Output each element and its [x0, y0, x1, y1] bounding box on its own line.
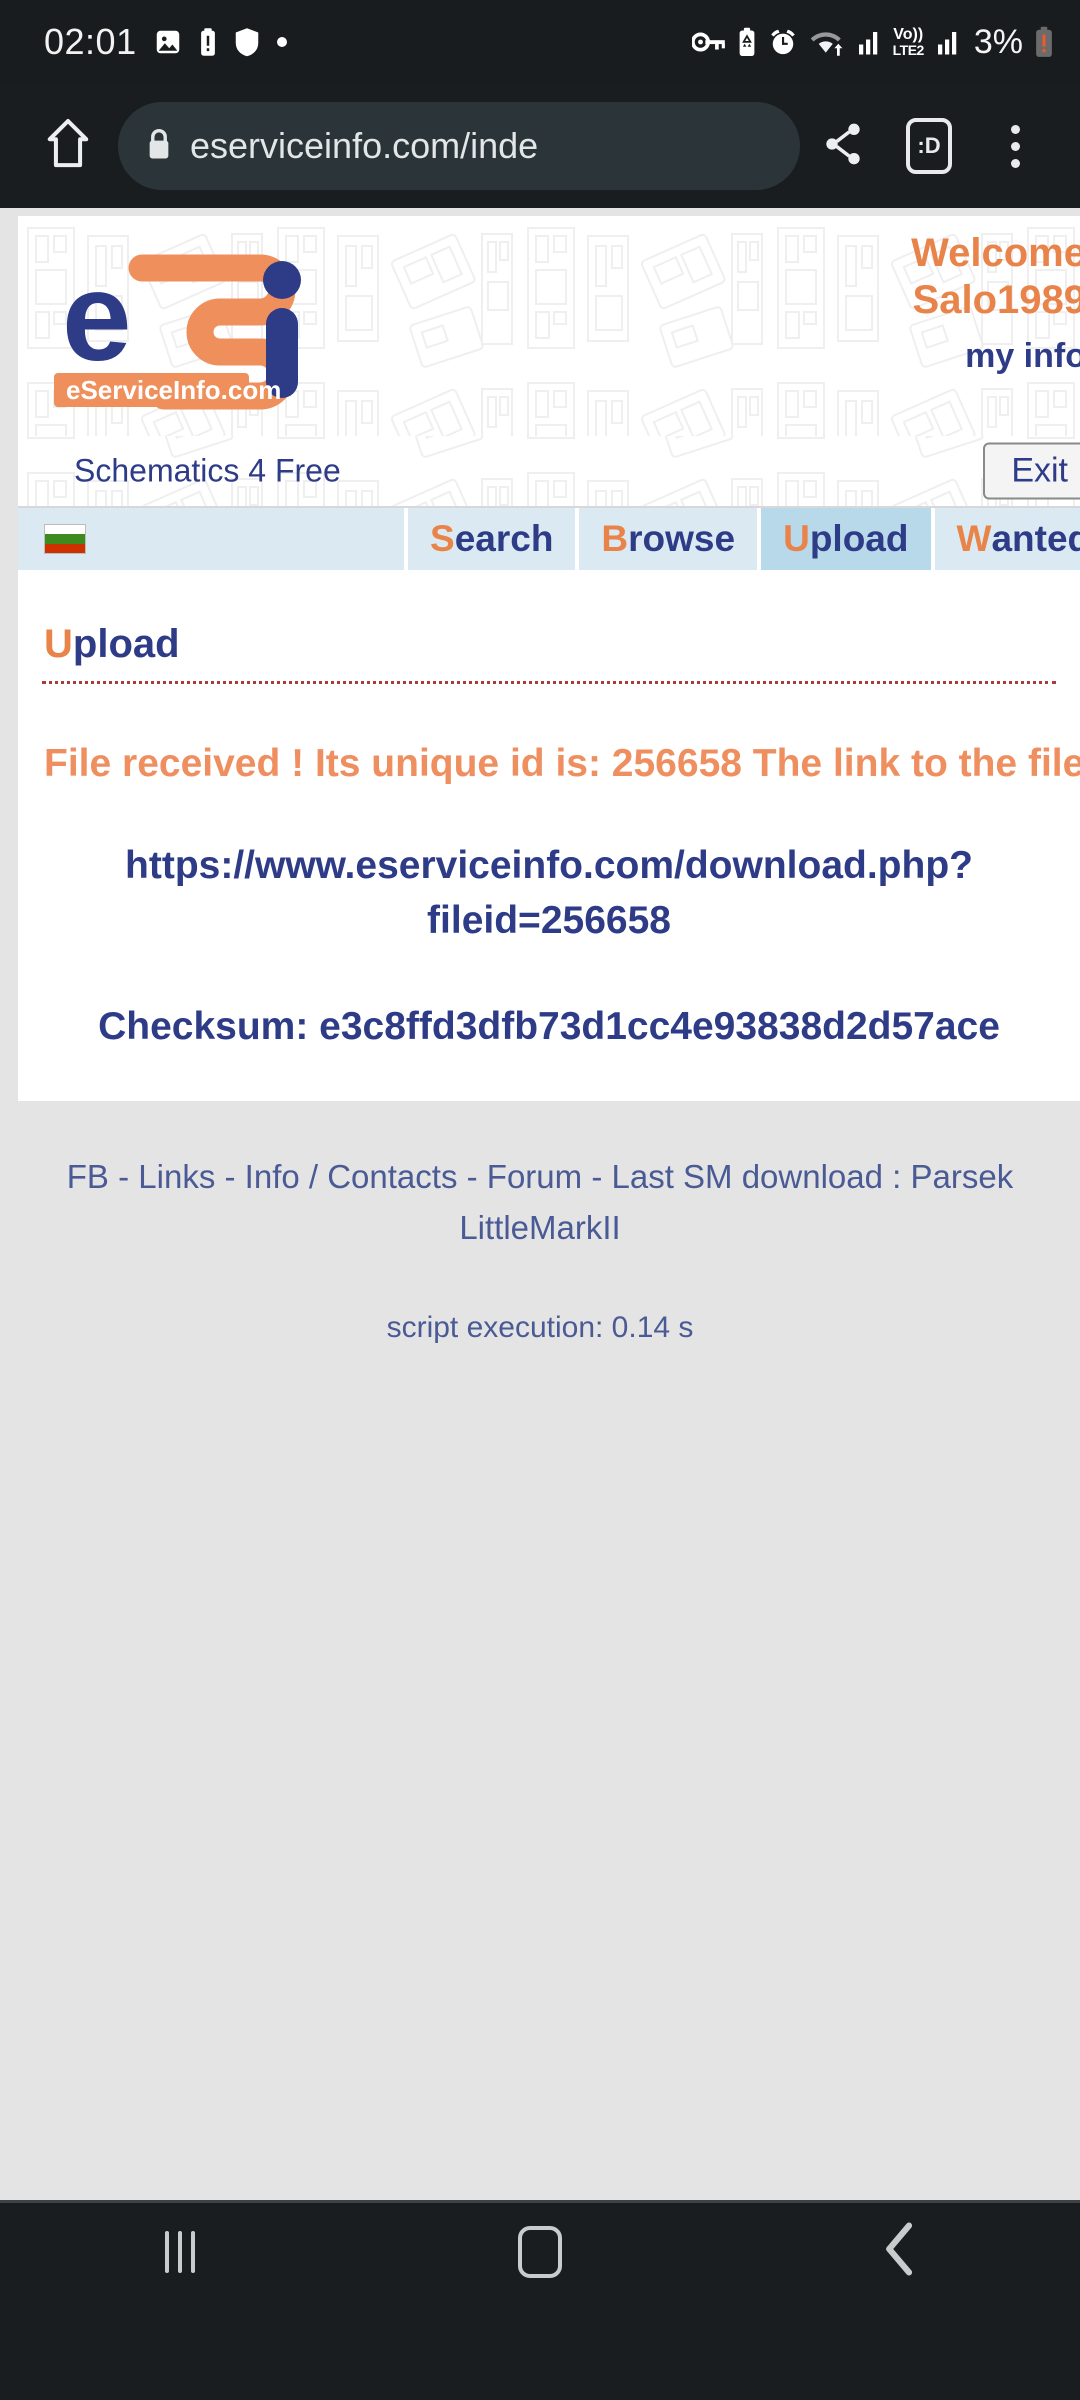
- alarm-icon: [768, 27, 798, 57]
- nav-tab-wanted-cap: W: [956, 518, 992, 559]
- nav-tab-upload-rest: pload: [809, 518, 909, 559]
- footer-separator-3: -: [466, 1157, 478, 1195]
- footer-link-links[interactable]: Links: [138, 1158, 215, 1195]
- shield-icon: [233, 27, 261, 57]
- site-tagline: Schematics 4 Free: [74, 452, 341, 489]
- share-icon: [821, 120, 865, 173]
- tab-count-label: :D: [906, 118, 952, 174]
- title-divider: [42, 681, 1056, 684]
- upload-result-message: File received ! Its unique id is: 256658…: [44, 742, 1080, 785]
- welcome-username: Salo1989: [912, 278, 1080, 323]
- esi-logo[interactable]: e eServiceInfo.com: [44, 230, 374, 420]
- lock-icon: [146, 127, 172, 166]
- language-flag-cell[interactable]: [18, 508, 404, 570]
- nav-tab-browse[interactable]: Browse: [579, 508, 758, 570]
- nav-tab-wanted-rest: anted: [991, 518, 1080, 559]
- checksum-text: Checksum: e3c8ffd3dfb73d1cc4e93838d2d57a…: [98, 1004, 1000, 1048]
- page-title-rest: pload: [72, 622, 180, 666]
- nav-tab-upload-cap: U: [783, 518, 810, 559]
- home-icon-nav: [518, 2225, 562, 2278]
- footer-link-info-contacts[interactable]: Info / Contacts: [245, 1158, 458, 1195]
- battery-alert-icon: [199, 27, 217, 57]
- footer-link-forum[interactable]: Forum: [487, 1158, 582, 1195]
- bulgaria-flag-icon: [44, 524, 86, 554]
- page-title: Upload: [18, 622, 1080, 667]
- site-navigation: Search Browse Upload Wanted: [18, 508, 1080, 574]
- android-status-bar: 02:01 Vo)) LTE2 3%: [0, 0, 1080, 84]
- share-button[interactable]: [800, 120, 886, 173]
- nav-tab-browse-cap: B: [601, 518, 629, 559]
- more-vertical-icon: [1010, 124, 1020, 168]
- browser-menu-button[interactable]: [972, 124, 1058, 168]
- android-navigation-bar: [0, 2200, 1080, 2300]
- recents-icon: [165, 2230, 195, 2273]
- welcome-block: Welcome Salo1989 my info: [911, 230, 1080, 376]
- nav-tab-search-cap: S: [430, 518, 455, 559]
- script-execution-time: script execution: 0.14 s: [386, 1311, 694, 1345]
- volte-label-top: Vo)): [893, 26, 924, 43]
- battery-percent-label: 3%: [973, 22, 1023, 61]
- footer-separator-1: -: [118, 1157, 130, 1195]
- url-bar[interactable]: eserviceinfo.com/inde: [118, 102, 800, 190]
- home-icon: [45, 117, 91, 176]
- signal-2-icon: [935, 27, 961, 57]
- my-info-link[interactable]: my info: [911, 336, 1080, 376]
- exit-button[interactable]: Exit: [983, 442, 1080, 500]
- status-bar-clock: 02:01: [44, 21, 137, 62]
- tab-switcher-button[interactable]: :D: [886, 118, 972, 174]
- vpn-key-icon: [691, 28, 726, 56]
- nav-tab-browse-rest: rowse: [628, 518, 736, 559]
- footer-separator-4: -: [591, 1157, 603, 1195]
- home-button-nav[interactable]: [460, 2225, 620, 2278]
- footer-links: FB - Links - Info / Contacts - Forum - L…: [0, 1151, 1080, 1253]
- footer-separator-2: -: [224, 1157, 236, 1195]
- site-subheader: Schematics 4 Free Exit: [18, 436, 1080, 508]
- volte-icon: Vo)) LTE2: [892, 26, 925, 58]
- footer-last-sm-label: Last SM download :: [611, 1157, 902, 1195]
- volte-label-bottom: LTE2: [892, 42, 925, 58]
- wifi-icon: [809, 27, 845, 57]
- web-page: e eServiceInfo.com Welcome Salo1989 my i…: [0, 208, 1080, 2300]
- dot-icon: [276, 37, 287, 47]
- home-button[interactable]: [24, 117, 112, 176]
- site-container: e eServiceInfo.com Welcome Salo1989 my i…: [18, 216, 1080, 1101]
- welcome-greeting: Welcome: [911, 231, 1080, 275]
- back-button[interactable]: [820, 2222, 980, 2281]
- page-title-cap: U: [44, 622, 73, 666]
- svg-text:e: e: [62, 248, 132, 387]
- download-link[interactable]: https://www.eserviceinfo.com/download.ph…: [18, 838, 1080, 949]
- image-icon: [153, 27, 183, 57]
- status-bar-right: Vo)) LTE2 3%: [691, 22, 1054, 62]
- battery-saver-icon: [737, 27, 757, 57]
- nav-tab-wanted[interactable]: Wanted: [934, 508, 1080, 570]
- back-icon: [882, 2222, 918, 2281]
- browser-toolbar: eserviceinfo.com/inde :D: [0, 84, 1080, 208]
- battery-low-icon: [1034, 26, 1054, 58]
- recents-button[interactable]: [100, 2230, 260, 2273]
- footer-link-fb[interactable]: FB: [67, 1158, 109, 1195]
- status-bar-left: 02:01: [44, 21, 287, 63]
- signal-icon: [856, 27, 882, 57]
- site-banner: e eServiceInfo.com Welcome Salo1989 my i…: [18, 216, 1080, 436]
- site-footer: FB - Links - Info / Contacts - Forum - L…: [0, 1100, 1080, 1346]
- url-text: eserviceinfo.com/inde: [190, 125, 539, 166]
- nav-tab-search-rest: earch: [454, 518, 554, 559]
- logo-caption: eServiceInfo.com: [66, 375, 281, 405]
- nav-tab-search[interactable]: Search: [408, 508, 576, 570]
- nav-tab-upload[interactable]: Upload: [761, 508, 931, 570]
- main-content: Upload File received ! Its unique id is:…: [18, 574, 1080, 1101]
